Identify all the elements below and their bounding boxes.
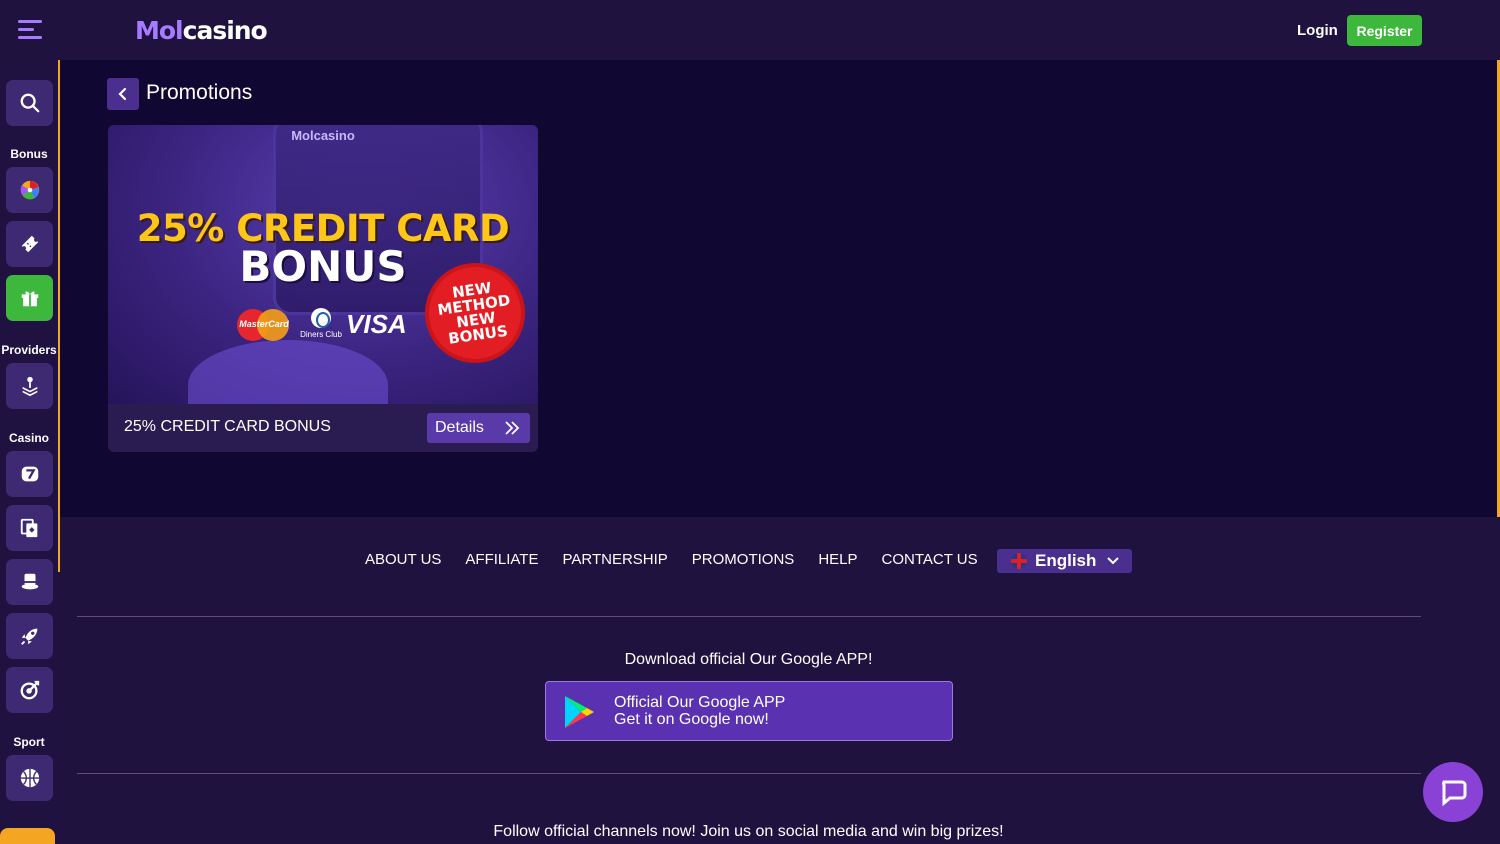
sidebar-item-providers[interactable] [6, 363, 53, 409]
providers-icon [22, 376, 37, 397]
footer-divider [77, 616, 1421, 617]
target-icon [20, 680, 39, 700]
language-selector[interactable]: English [997, 549, 1132, 573]
basketball-icon [20, 768, 39, 788]
hand-illustration [188, 340, 388, 404]
ticket-icon [21, 235, 38, 253]
chevron-left-icon [118, 87, 127, 101]
club-tab[interactable] [0, 828, 55, 844]
diners-club-logo: Diners Club [298, 308, 344, 339]
menu-icon[interactable] [18, 20, 42, 40]
page-title: Promotions [146, 81, 253, 104]
sidebar-section-sport: Sport [13, 735, 45, 749]
footer-link-contact[interactable]: CONTACT US [882, 551, 978, 568]
rocket-icon [20, 628, 37, 645]
double-chevron-right-icon [505, 421, 520, 435]
details-label: Details [435, 419, 484, 436]
sidebar-item-sport[interactable] [6, 755, 53, 801]
sidebar-item-magic[interactable] [6, 559, 53, 605]
sidebar-item-target[interactable] [6, 667, 53, 713]
sidebar-item-ticket[interactable] [6, 221, 53, 267]
footer-link-help[interactable]: HELP [818, 551, 857, 568]
app-button-line2: Get it on Google now! [614, 711, 769, 728]
sidebar-section-casino: Casino [8, 431, 49, 445]
sidebar-item-crash[interactable] [6, 613, 53, 659]
promotion-title: 25% CREDIT CARD BONUS [124, 418, 331, 435]
footer-nav: ABOUT US AFFILIATE PARTNERSHIP PROMOTION… [365, 551, 1002, 568]
chat-button[interactable] [1423, 762, 1483, 822]
banner-brand: Molcasino [291, 128, 355, 143]
sidebar-section-providers: Providers [1, 343, 57, 357]
promotion-banner[interactable]: Molcasino 25% CREDIT CARD BONUS MasterCa… [108, 125, 538, 404]
google-play-icon [565, 696, 594, 728]
footer-link-about[interactable]: ABOUT US [365, 551, 441, 568]
sidebar-item-slots[interactable] [6, 451, 53, 497]
sidebar-item-cards[interactable] [6, 505, 53, 551]
magic-hat-icon [21, 573, 38, 590]
footer-link-promotions[interactable]: PROMOTIONS [692, 551, 795, 568]
logo-casino-text: casino [182, 16, 268, 45]
logo[interactable]: Molcasino [135, 16, 268, 45]
footer-link-partnership[interactable]: PARTNERSHIP [562, 551, 667, 568]
sidebar-item-promotions[interactable] [6, 275, 53, 321]
visa-logo: VISA [346, 309, 407, 339]
promotion-card[interactable]: Molcasino 25% CREDIT CARD BONUS MasterCa… [108, 125, 538, 452]
logo-mol-text: Mol [135, 16, 184, 45]
back-button[interactable] [107, 78, 139, 110]
chat-icon [1442, 780, 1467, 807]
sidebar: Bonus Providers Casino Sport [0, 60, 60, 844]
slot-7-icon [21, 466, 38, 482]
cards-icon [20, 518, 37, 538]
uk-flag-icon [1011, 553, 1027, 569]
wheel-icon [20, 180, 39, 200]
gift-icon [21, 291, 38, 307]
login-button[interactable]: Login [1297, 22, 1338, 39]
footer-divider-2 [77, 773, 1421, 774]
details-button[interactable]: Details [427, 413, 530, 443]
follow-text: Follow official channels now! Join us on… [493, 823, 1004, 840]
search-icon [20, 93, 39, 113]
download-title: Download official Our Google APP! [624, 651, 873, 668]
search-button[interactable] [6, 80, 53, 126]
sidebar-accent [58, 60, 60, 572]
footer-link-affiliate[interactable]: AFFILIATE [465, 551, 538, 568]
sidebar-section-bonus: Bonus [10, 147, 48, 161]
mastercard-logo: MasterCard [237, 309, 291, 341]
register-button[interactable]: Register [1347, 15, 1422, 46]
language-label: English [1035, 551, 1097, 570]
sidebar-item-wheel[interactable] [6, 167, 53, 213]
top-bar: Molcasino Login Register [0, 0, 1500, 60]
footer: ABOUT US AFFILIATE PARTNERSHIP PROMOTION… [60, 517, 1500, 844]
google-app-button[interactable]: Official Our Google APP Get it on Google… [545, 681, 953, 741]
app-button-line1: Official Our Google APP [614, 694, 786, 711]
chevron-down-icon [1107, 557, 1119, 565]
